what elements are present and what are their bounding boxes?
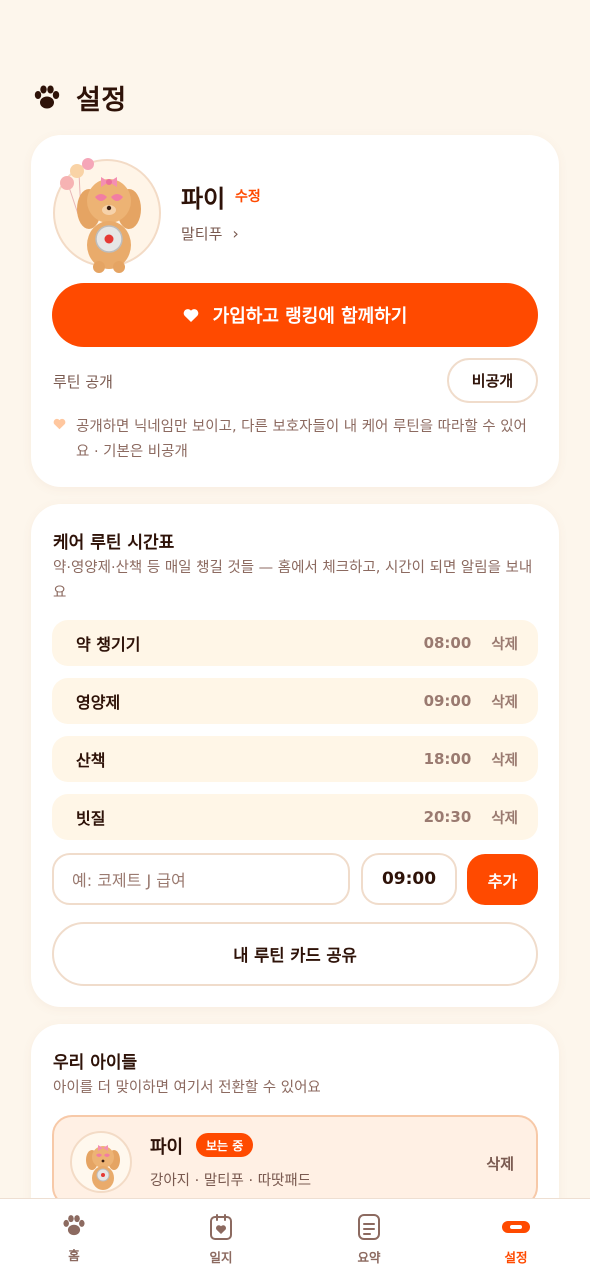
pet-list-item[interactable]: 파이 보는 중 강아지 · 말티푸 · 따땃패드 삭제	[52, 1115, 538, 1207]
visibility-toggle[interactable]: 비공개	[447, 358, 538, 403]
nav-label-home: 홈	[68, 1248, 80, 1263]
join-ranking-label: 가입하고 랭킹에 함께하기	[212, 306, 408, 327]
routine-item-time[interactable]: 09:00	[424, 692, 472, 710]
routine-item-name: 영양제	[76, 693, 121, 712]
pet-delete-button[interactable]: 삭제	[486, 1153, 514, 1174]
edit-profile-link[interactable]: 수정	[235, 186, 261, 206]
chevron-right-icon: ›	[232, 224, 239, 243]
routine-item[interactable]: 산책 18:00 삭제	[52, 736, 538, 782]
nav-item-summary[interactable]: 요약	[329, 1213, 409, 1266]
care-routine-card: 케어 루틴 시간표 약·영양제·산책 등 매일 챙길 것들 — 홈에서 체크하고…	[31, 504, 559, 1007]
heart-icon	[53, 418, 66, 430]
pet-name: 파이	[181, 185, 226, 213]
pet-list-name: 파이	[150, 1137, 184, 1158]
routine-delete-button[interactable]: 삭제	[491, 749, 518, 770]
routine-item[interactable]: 영양제 09:00 삭제	[52, 678, 538, 724]
pets-description: 아이를 더 맞이하면 여기서 전환할 수 있어요	[53, 1080, 321, 1096]
breed-label: 말티푸	[181, 225, 223, 243]
routine-delete-button[interactable]: 삭제	[491, 691, 518, 712]
dog-illustration	[60, 158, 141, 273]
nav-item-journal[interactable]: 일지	[181, 1213, 261, 1266]
routine-item-time[interactable]: 08:00	[424, 634, 472, 652]
share-routine-card-button[interactable]: 내 루틴 카드 공유	[52, 922, 538, 986]
routine-item-name: 약 챙기기	[76, 635, 141, 654]
pet-avatar-small	[70, 1131, 132, 1193]
nav-label-settings: 설정	[504, 1250, 528, 1265]
routine-item-name: 산책	[76, 751, 106, 770]
pet-avatar[interactable]	[53, 158, 161, 273]
routine-description: 약·영양제·산책 등 매일 챙길 것들 — 홈에서 체크하고, 시간이 되면 알…	[53, 560, 533, 601]
routine-delete-button[interactable]: 삭제	[491, 633, 518, 654]
heart-icon	[183, 308, 198, 322]
viewing-badge: 보는 중	[196, 1133, 254, 1157]
paw-icon	[63, 1215, 85, 1236]
paw-icon	[34, 85, 60, 108]
routine-item-time[interactable]: 18:00	[424, 750, 472, 768]
routine-item-name: 빗질	[76, 809, 106, 828]
routine-delete-button[interactable]: 삭제	[491, 807, 518, 828]
routine-title: 케어 루틴 시간표	[53, 533, 175, 553]
routine-public-label: 루틴 공개	[53, 373, 113, 391]
breed-selector[interactable]: 말티푸 ›	[181, 223, 239, 244]
profile-card: 파이 수정 말티푸 › 가입하고 랭킹에 함께하기 루틴 공개 비공개 공개하면…	[31, 135, 559, 487]
new-routine-input[interactable]: 예: 코제트 J 급여	[52, 853, 350, 905]
join-ranking-button[interactable]: 가입하고 랭킹에 함께하기	[52, 283, 538, 347]
nav-item-settings[interactable]: 설정	[476, 1213, 556, 1266]
visibility-hint: 공개하면 닉네임만 보이고, 다른 보호자들이 내 케어 루틴을 따라할 수 있…	[53, 415, 533, 465]
summary-doc-icon	[358, 1214, 380, 1240]
bottom-nav: 홈 일지 요약 설정	[0, 1198, 590, 1280]
dog-illustration	[86, 1145, 120, 1190]
settings-pill-icon	[502, 1221, 530, 1233]
visibility-hint-text: 공개하면 닉네임만 보이고, 다른 보호자들이 내 케어 루틴을 따라할 수 있…	[76, 419, 527, 460]
pets-title: 우리 아이들	[53, 1053, 138, 1073]
routine-item[interactable]: 약 챙기기 08:00 삭제	[52, 620, 538, 666]
routine-item[interactable]: 빗질 20:30 삭제	[52, 794, 538, 840]
page-title: 설정	[76, 85, 127, 116]
page-header: 설정	[32, 78, 127, 117]
new-routine-time-input[interactable]: 09:00	[361, 853, 457, 905]
nav-label-journal: 일지	[209, 1250, 233, 1265]
nav-item-home[interactable]: 홈	[34, 1213, 114, 1264]
add-routine-button[interactable]: 추가	[467, 854, 538, 905]
journal-heart-icon	[210, 1214, 232, 1240]
routine-item-time[interactable]: 20:30	[424, 808, 472, 826]
nav-label-summary: 요약	[357, 1250, 381, 1265]
pet-list-meta: 강아지 · 말티푸 · 따땃패드	[150, 1173, 312, 1189]
